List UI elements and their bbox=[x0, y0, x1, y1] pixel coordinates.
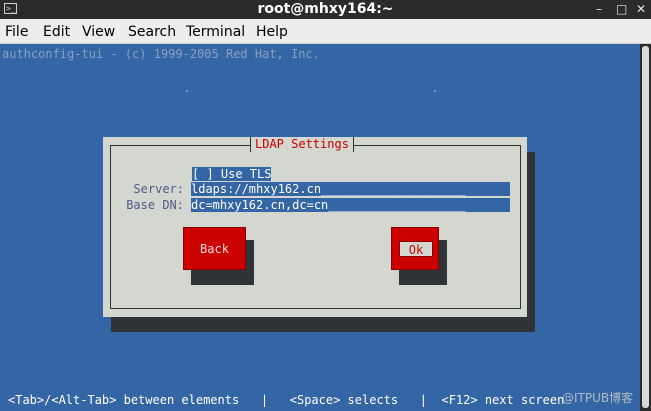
menu-view[interactable]: View bbox=[82, 24, 115, 40]
server-label: Server: bbox=[133, 182, 184, 196]
menu-search[interactable]: Search bbox=[128, 24, 176, 40]
menu-terminal[interactable]: Terminal bbox=[186, 24, 245, 40]
ok-button-focus: Ok bbox=[399, 241, 433, 257]
menu-edit[interactable]: Edit bbox=[43, 24, 70, 40]
screen-artifact bbox=[434, 90, 436, 92]
terminal-header-text: authconfig-tui - (c) 1999-2005 Red Hat, … bbox=[2, 47, 320, 61]
terminal-scrollbar[interactable] bbox=[640, 44, 651, 411]
window-titlebar: >_ root@mhxy164:~ – □ ✕ bbox=[0, 0, 651, 19]
base-dn-input[interactable]: dc=mhxy162.cn,dc=cn___________________ bbox=[191, 198, 510, 212]
window-title: root@mhxy164:~ bbox=[257, 1, 394, 17]
use-tls-checkbox[interactable]: [ ] Use TLS bbox=[192, 167, 272, 181]
scrollbar-thumb[interactable] bbox=[642, 46, 649, 408]
dialog-frame bbox=[110, 145, 521, 309]
screen-artifact bbox=[186, 90, 188, 92]
key-help-status-line: <Tab>/<Alt-Tab> between elements | <Spac… bbox=[8, 393, 565, 407]
minimize-icon[interactable]: – bbox=[596, 0, 602, 19]
ok-button[interactable]: Ok bbox=[391, 227, 439, 270]
close-icon[interactable]: ✕ bbox=[636, 0, 646, 19]
menu-bar: File Edit View Search Terminal Help bbox=[0, 19, 651, 44]
menu-file[interactable]: File bbox=[5, 24, 28, 40]
dialog-title: LDAP Settings bbox=[250, 137, 354, 152]
maximize-icon[interactable]: □ bbox=[616, 0, 627, 19]
back-button-label: Back bbox=[200, 242, 229, 256]
menu-help[interactable]: Help bbox=[256, 24, 288, 40]
watermark: @ITPUB博客 bbox=[562, 391, 634, 405]
server-input[interactable]: ldaps://mhxy162.cn____________________ bbox=[191, 182, 510, 196]
back-button[interactable]: Back bbox=[183, 227, 246, 270]
base-dn-label: Base DN: bbox=[126, 198, 184, 212]
ok-button-label: Ok bbox=[408, 243, 424, 257]
